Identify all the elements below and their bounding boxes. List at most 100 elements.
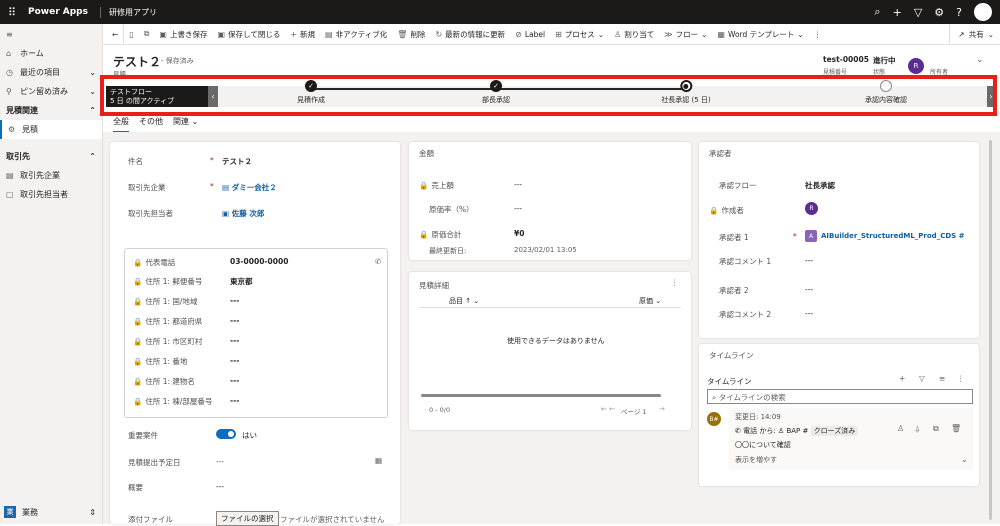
calendar-icon[interactable]: ▦ bbox=[375, 456, 382, 465]
nav-contact[interactable]: ▢ 取引先担当者 bbox=[0, 185, 102, 204]
phone-icon[interactable]: ✆ bbox=[375, 257, 381, 266]
open-new-window-icon[interactable]: ⧉ bbox=[139, 24, 155, 45]
open-record-icon[interactable]: ⧉ bbox=[933, 424, 939, 434]
pager-next-icon[interactable]: → bbox=[659, 405, 665, 413]
lock-icon: 🔒 bbox=[133, 337, 143, 346]
tab-related[interactable]: 関連 ⌄ bbox=[173, 116, 198, 130]
col-item-header[interactable]: 品目 ↑ ⌄ bbox=[449, 296, 479, 306]
bpf-prev-chevron-icon[interactable]: ‹ bbox=[208, 86, 218, 107]
bpf-stage-4[interactable]: 承認内容確認 bbox=[865, 80, 907, 105]
nav-group-accounts[interactable]: 取引先 ⌃ bbox=[0, 147, 102, 166]
plus-icon[interactable]: + bbox=[893, 6, 902, 19]
search-icon[interactable]: ⌕ bbox=[874, 5, 880, 19]
more-commands-button[interactable]: ⋮ bbox=[809, 24, 827, 45]
process-button[interactable]: ⊞ プロセス ⌄ bbox=[550, 24, 609, 45]
gear-icon[interactable]: ⚙ bbox=[934, 6, 944, 19]
bpf-next-chevron-icon[interactable]: › bbox=[987, 86, 995, 107]
new-button[interactable]: + 新規 bbox=[285, 24, 320, 45]
show-more-link[interactable]: 表示を増やす bbox=[735, 455, 777, 465]
assign-icon[interactable]: ♙ bbox=[897, 424, 904, 433]
timeline-section: タイムライン タイムライン + ▽ ≡ ⋮ ⌕ タイムラインの検索 B# 変更日… bbox=[699, 344, 979, 486]
bpf-stage-1[interactable]: ✓ 見積作成 bbox=[297, 80, 325, 105]
account-lookup[interactable]: ▤ ダミー会社２ bbox=[222, 182, 277, 193]
timeline-title: タイムライン bbox=[707, 377, 752, 386]
col-cost-header[interactable]: 原価 ⌄ bbox=[639, 296, 661, 306]
left-navigation: ≡ ⌂ ホーム ◷ 最近の項目 ⌄ ⚲ ピン留め済み ⌄ 見積関連 ⌃ ⚙ 見積 取引先 ⌃ ▤… bbox=[0, 24, 103, 524]
help-icon[interactable]: ? bbox=[956, 6, 962, 19]
hamburger-icon[interactable]: ≡ bbox=[0, 24, 102, 44]
delete-button[interactable]: 🗑 削除 bbox=[392, 24, 430, 45]
nav-pinned[interactable]: ⚲ ピン留め済み ⌄ bbox=[0, 82, 102, 101]
phone-icon: ✆ bbox=[735, 427, 744, 435]
nav-account[interactable]: ▤ 取引先企業 bbox=[0, 166, 102, 185]
nav-recent[interactable]: ◷ 最近の項目 ⌄ bbox=[0, 63, 102, 82]
estimate-icon: ⚙ bbox=[8, 125, 16, 134]
back-button[interactable]: ← bbox=[107, 24, 123, 45]
zip-value: 東京都 bbox=[230, 277, 253, 286]
filter-icon[interactable]: ▽ bbox=[914, 6, 922, 19]
refresh-button[interactable]: ↻ 最新の情報に更新 bbox=[430, 24, 510, 45]
bpf-flow-name: テストフロー bbox=[110, 88, 152, 96]
building-icon: ▤ bbox=[222, 183, 232, 192]
header-expand-chevron-icon[interactable]: ⌄ bbox=[976, 55, 984, 65]
pager-prev-icon[interactable]: ⇤ ← bbox=[601, 405, 615, 413]
app-name[interactable]: Power Apps bbox=[28, 7, 88, 17]
word-template-button[interactable]: ▦ Word テンプレート ⌄ bbox=[712, 24, 808, 45]
bpf-active-flyout[interactable]: テストフロー 5 日 の間アクティブ bbox=[106, 86, 208, 107]
due-field[interactable]: --- bbox=[216, 457, 224, 466]
assign-button[interactable]: ♙ 割り当て bbox=[609, 24, 659, 45]
timeline-item[interactable]: 変更日: 14:09 ✆ 電話 から: ♙ BAP # クローズ済み 〇〇につい… bbox=[729, 408, 973, 470]
vertical-scrollbar[interactable] bbox=[989, 140, 992, 520]
nav-group-estimates[interactable]: 見積関連 ⌃ bbox=[0, 101, 102, 120]
bpf-stage-2[interactable]: ✓ 部長承認 bbox=[482, 80, 510, 105]
cost-rate-label: 原価率（%） bbox=[429, 205, 474, 214]
summary-field[interactable]: --- bbox=[216, 482, 224, 491]
filter-icon[interactable]: ▽ bbox=[919, 374, 925, 383]
record-header: テスト２ - 保存済み 見積 test-00005 見積番号 進行中 状態 R … bbox=[103, 45, 1000, 81]
address-quick-view: 🔒 代表電話 03-0000-0000 ✆ 🔒 住所 1: 郵便番号 東京都 🔒 住所… bbox=[124, 248, 388, 418]
country-value: --- bbox=[230, 296, 240, 305]
close-activity-icon[interactable]: ⍙ bbox=[915, 424, 920, 434]
contact-lookup[interactable]: ▣ 佐藤 次郎 bbox=[222, 208, 264, 219]
flow-button[interactable]: ≫ フロー ⌄ bbox=[659, 24, 712, 45]
sort-icon[interactable]: ≡ bbox=[939, 374, 945, 383]
bpf-stage-3[interactable]: 社長承認 (5 日) bbox=[661, 80, 711, 105]
user-avatar[interactable] bbox=[974, 3, 992, 21]
summary-label: 概要 bbox=[128, 483, 143, 492]
share-button[interactable]: ↗ 共有 ⌄ bbox=[949, 24, 994, 45]
approver2-value[interactable]: --- bbox=[805, 285, 813, 294]
plus-icon[interactable]: + bbox=[899, 374, 905, 383]
timeline-search-input[interactable]: ⌕ タイムラインの検索 bbox=[707, 389, 973, 404]
flow-icon: ≫ bbox=[664, 29, 673, 39]
important-toggle[interactable] bbox=[216, 429, 236, 439]
creator-avatar[interactable]: R bbox=[805, 202, 818, 215]
horizontal-scrollbar[interactable] bbox=[421, 394, 661, 397]
more-icon[interactable]: ⋮ bbox=[957, 374, 965, 383]
details-title: 見積詳細 bbox=[419, 281, 449, 290]
trash-icon[interactable]: 🗑 bbox=[951, 424, 961, 433]
attach-label: 添付ファイル bbox=[128, 515, 173, 524]
name-field[interactable]: テスト２ bbox=[222, 156, 252, 167]
approver1-lookup[interactable]: AIBuilder_StructuredML_Prod_CDS # bbox=[821, 232, 964, 240]
chevron-down-icon: ⌄ bbox=[797, 29, 804, 39]
city-value: --- bbox=[230, 336, 240, 345]
save-button[interactable]: ▣ 上書き保存 bbox=[154, 24, 212, 45]
tab-other[interactable]: その他 bbox=[139, 116, 163, 130]
nav-estimate[interactable]: ⚙ 見積 bbox=[0, 120, 102, 139]
app-launcher-icon[interactable]: ⠿ bbox=[0, 0, 24, 24]
save-close-button[interactable]: ▣ 保存して閉じる bbox=[212, 24, 285, 45]
deactivate-button[interactable]: ▤ 非アクティブ化 bbox=[320, 24, 392, 45]
command-bar: ← ▯ ⧉ ▣ 上書き保存 ▣ 保存して閉じる + 新規 ▤ 非アクティブ化 🗑 削除 ↻… bbox=[103, 23, 1000, 45]
street-value: --- bbox=[230, 356, 240, 365]
more-icon[interactable]: ⋮ bbox=[671, 278, 679, 287]
owner-avatar[interactable]: R bbox=[908, 58, 924, 74]
tab-general[interactable]: 全般 bbox=[113, 116, 129, 133]
nav-home[interactable]: ⌂ ホーム bbox=[0, 44, 102, 63]
header-status-label: 状態 bbox=[873, 69, 886, 76]
label-button[interactable]: ⊘ Label bbox=[510, 24, 550, 45]
form-view-icon[interactable]: ▯ bbox=[123, 23, 138, 45]
area-switcher[interactable]: 業業務 ⇕ bbox=[0, 500, 102, 524]
chevron-down-icon[interactable]: ⌄ bbox=[961, 455, 968, 464]
comment2-value[interactable]: --- bbox=[805, 309, 813, 318]
comment1-value[interactable]: --- bbox=[805, 256, 813, 265]
